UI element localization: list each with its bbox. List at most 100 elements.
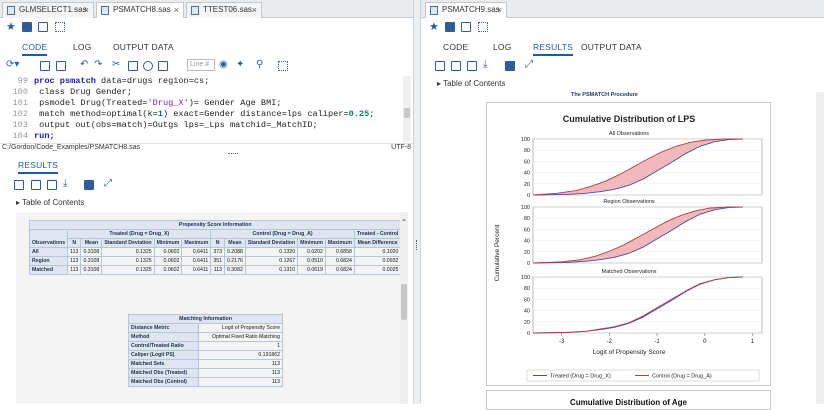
- file-tab-glmselect1[interactable]: GLMSELECT1.sas ×: [2, 2, 94, 18]
- y-tick-label: 40: [524, 171, 530, 177]
- redo-icon[interactable]: ↷: [94, 59, 102, 70]
- save-as-icon[interactable]: [38, 22, 48, 32]
- paste-icon[interactable]: [128, 61, 138, 71]
- y-tick-label: 0: [527, 193, 530, 199]
- print-icon[interactable]: [505, 61, 515, 71]
- triangle-right-icon: ▸: [16, 198, 20, 207]
- scroll-up-icon[interactable]: ⌃: [400, 218, 408, 227]
- splitter-handle[interactable]: [228, 153, 238, 155]
- html-icon[interactable]: [435, 61, 445, 71]
- matching-information-table: Matching Information Distance MetricLogi…: [128, 314, 283, 387]
- y-tick-label: 100: [521, 275, 530, 281]
- close-icon[interactable]: ×: [252, 3, 257, 17]
- file-tab-psmatch8[interactable]: PSMATCH8.sas ×: [96, 2, 184, 18]
- scroll-thumb[interactable]: [401, 284, 407, 320]
- grid-icon[interactable]: [478, 22, 488, 32]
- right-results-scrollbar[interactable]: [816, 92, 824, 404]
- undo-icon[interactable]: ↶: [80, 59, 88, 70]
- table-row: Caliper (Logit PS)0.191862: [129, 351, 283, 360]
- save-as-icon[interactable]: [461, 22, 471, 32]
- table-of-contents-toggle[interactable]: ▸ Table of Contents: [437, 79, 505, 88]
- tab-log[interactable]: LOG: [493, 40, 512, 54]
- row-label: Distance Metric: [129, 324, 199, 333]
- save-icon[interactable]: [22, 22, 32, 32]
- row-value: 113: [199, 369, 283, 378]
- line-number-input[interactable]: Line #: [187, 59, 215, 71]
- binoculars-icon[interactable]: ⚲: [256, 59, 263, 70]
- run-icon[interactable]: ★: [429, 20, 439, 33]
- open-icon[interactable]: [40, 61, 50, 71]
- run-dropdown-icon[interactable]: ⟳▾: [6, 59, 19, 70]
- results-scrollbar[interactable]: ⌃: [400, 212, 408, 404]
- tab-code[interactable]: CODE: [443, 40, 468, 54]
- expand-icon[interactable]: ⤢: [104, 178, 112, 189]
- tab-output-data[interactable]: OUTPUT DATA: [113, 40, 174, 54]
- html-icon[interactable]: [14, 180, 24, 190]
- copy-icon[interactable]: [56, 61, 66, 71]
- col-header: Mean: [81, 239, 102, 248]
- pdf-icon[interactable]: [31, 180, 41, 190]
- download-icon[interactable]: ⤓: [483, 59, 487, 70]
- col-header: N: [211, 239, 225, 248]
- table-cell: 0.6824: [325, 257, 354, 266]
- table-row: Matched Sets113: [129, 360, 283, 369]
- go-icon[interactable]: ◉: [219, 59, 228, 70]
- close-icon[interactable]: ×: [84, 3, 89, 17]
- panel-title: Region Observations: [603, 199, 655, 205]
- format-icon[interactable]: [158, 61, 168, 71]
- close-icon[interactable]: ×: [497, 3, 502, 17]
- close-icon[interactable]: ×: [174, 3, 179, 17]
- rtf-icon[interactable]: [47, 180, 57, 190]
- find-icon[interactable]: [143, 61, 153, 71]
- table-of-contents-toggle[interactable]: ▸ Table of Contents: [16, 198, 84, 207]
- download-icon[interactable]: ⤓: [63, 178, 67, 189]
- row-label: Method: [129, 333, 199, 342]
- left-subtabs: CODE LOG OUTPUT DATA: [0, 40, 413, 56]
- tab-log[interactable]: LOG: [73, 40, 92, 54]
- col-header: Mean: [224, 239, 245, 248]
- table-cell: 0.0602: [154, 266, 182, 275]
- bookmark-icon[interactable]: ✦: [236, 59, 244, 70]
- grid-icon[interactable]: [55, 22, 65, 32]
- tab-results[interactable]: RESULTS: [533, 40, 573, 56]
- rtf-icon[interactable]: [467, 61, 477, 71]
- file-tab-psmatch9[interactable]: PSMATCH9.sas ×: [425, 2, 507, 18]
- run-icon[interactable]: ★: [6, 20, 16, 33]
- scroll-thumb[interactable]: [404, 108, 410, 118]
- x-tick-label: -2: [607, 339, 613, 345]
- pdf-icon[interactable]: [451, 61, 461, 71]
- file-tab-ttest06[interactable]: TTEST06.sas ×: [186, 2, 262, 18]
- legend-label-control: Control (Drug = Drug_A): [652, 374, 712, 380]
- save-icon[interactable]: [445, 22, 455, 32]
- sas-file-icon: [101, 6, 109, 15]
- code-line: 99proc psmatch data=drugs region=cs;: [0, 76, 405, 87]
- code-status-bar: C:/Gordon/Code_Examples/PSMATCH8.sas UTF…: [0, 143, 413, 152]
- table-cell: 0.3108: [81, 248, 102, 257]
- row-label: Matched Sets: [129, 360, 199, 369]
- code-scrollbar[interactable]: [403, 76, 411, 142]
- table-cell: 0.0602: [154, 248, 182, 257]
- list-icon[interactable]: [278, 61, 288, 71]
- code-editor[interactable]: 99proc psmatch data=drugs region=cs; 100…: [0, 76, 405, 142]
- code-line: 100 class Drug Gender;: [0, 87, 405, 98]
- expand-icon[interactable]: ⤢: [525, 59, 533, 70]
- table-cell: 373: [211, 248, 225, 257]
- x-tick-label: -1: [654, 339, 660, 345]
- file-tab-label: TTEST06.sas: [203, 5, 252, 14]
- encoding-label: UTF-8: [391, 144, 411, 151]
- table-cell: 0.1310: [245, 266, 297, 275]
- table-cell: 0.0602: [154, 257, 182, 266]
- tab-output-data[interactable]: OUTPUT DATA: [581, 40, 642, 54]
- table-row: MethodOptimal Fixed Ratio Matching: [129, 333, 283, 342]
- tab-code[interactable]: CODE: [22, 40, 47, 56]
- x-axis-label: Logit of Propensity Score: [593, 349, 666, 356]
- table-cell: 0.3082: [224, 266, 245, 275]
- print-icon[interactable]: [84, 180, 94, 190]
- pane-divider[interactable]: [413, 0, 421, 404]
- cut-icon[interactable]: ✂: [112, 59, 120, 70]
- col-header: Standard Deviation: [102, 239, 154, 248]
- row-label: Control/Treated Ratio: [129, 342, 199, 351]
- y-tick-label: 100: [521, 137, 530, 143]
- tab-results[interactable]: RESULTS: [18, 158, 58, 174]
- cdf-chart-svg: Cumulative Distribution of LPSAll Observ…: [487, 103, 772, 387]
